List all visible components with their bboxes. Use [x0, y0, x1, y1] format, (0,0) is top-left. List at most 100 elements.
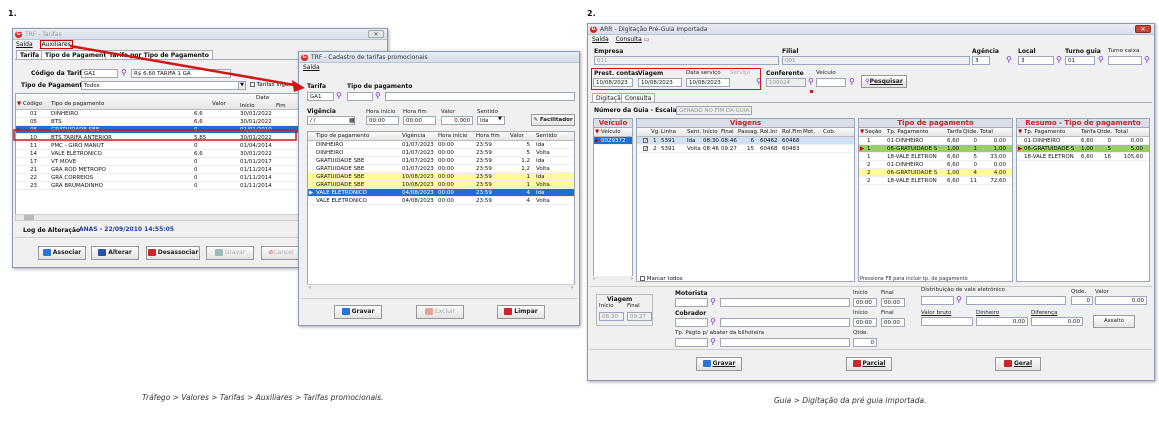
associar-button[interactable]: Associar	[38, 246, 86, 260]
table-row[interactable]: GRATUIDADE SBE 10/08/2023 00:00 23:59 1 Ida	[308, 173, 574, 181]
alterar-button[interactable]: Alterar	[91, 246, 139, 260]
servico-label: Serviço	[730, 70, 751, 76]
col-qtde[interactable]: Qtde.	[963, 128, 978, 136]
local-input[interactable]: 3	[1018, 56, 1054, 65]
col-cob[interactable]: Cob.	[823, 128, 835, 136]
menu-saida[interactable]: Saída	[592, 36, 609, 43]
table-row[interactable]: 2 18-VALE ELETRON 6,60 11 72,60	[859, 177, 1012, 185]
agencia-input[interactable]: 3	[972, 56, 990, 65]
qtde-input[interactable]: 0	[1071, 296, 1093, 305]
gravar-button[interactable]: Gravar	[206, 246, 254, 260]
col-total[interactable]: Total	[1115, 128, 1128, 136]
col-rolfim[interactable]: Rol.Fim	[782, 128, 802, 136]
cell-valor: 4	[526, 198, 531, 204]
col-mot[interactable]: Mot.	[803, 128, 815, 136]
filial-input[interactable]: 001	[782, 56, 970, 65]
table-row[interactable]: GRATUIDADE SBE 01/07/2023 00:00 23:59 1,2 Vol…	[308, 165, 574, 173]
veiculo-row[interactable]: ▶ 0029372	[594, 137, 632, 145]
table-row[interactable]: ▶ 06-GRATUIDADE S 1,00 5 5,00	[1017, 145, 1149, 153]
col-sent[interactable]: Sent.	[687, 128, 701, 136]
tp-pagto-input[interactable]	[675, 338, 708, 347]
col-tarifa[interactable]: Tarifa	[1081, 128, 1096, 136]
c-inicio-input[interactable]: 00:00	[853, 318, 877, 327]
veiculo-input[interactable]	[816, 78, 846, 87]
search-icon[interactable]: ⚲	[849, 78, 855, 86]
assalto-button[interactable]: Assalto	[1093, 315, 1135, 328]
geral-button[interactable]: Geral	[995, 357, 1041, 371]
col-secao[interactable]: Seção	[865, 128, 882, 136]
turno-guia-input[interactable]: 01	[1065, 56, 1095, 65]
veiculo-scroll[interactable]: ‹ ›	[593, 276, 633, 283]
search-icon[interactable]: ⚲	[710, 318, 716, 326]
col-linha[interactable]: Linha	[661, 128, 676, 136]
search-icon[interactable]: ⚲	[808, 78, 814, 86]
search-icon[interactable]: ⚲	[1006, 56, 1012, 64]
table-row[interactable]: ▶ VALE ELETRONICO 04/08/2023 00:00 23:59 4 Ida	[308, 189, 574, 197]
col-tp[interactable]: Tp. Pagamento	[887, 128, 928, 136]
tab-consulta[interactable]: Consulta	[621, 93, 656, 102]
arr-gravar-button[interactable]: Gravar	[696, 357, 742, 371]
promo-excluir-button[interactable]: Excluir	[416, 305, 464, 319]
turno-caixa-input[interactable]	[1108, 56, 1142, 65]
m-final-input[interactable]: 00:00	[881, 298, 905, 307]
row-checkbox[interactable]: ✓	[643, 145, 648, 152]
close-icon[interactable]: ✕	[1135, 25, 1151, 33]
col-tp[interactable]: Tp. Pagamento	[1024, 128, 1065, 136]
horizontal-scrollbar[interactable]	[15, 214, 305, 221]
search-icon[interactable]: ⚲	[756, 78, 762, 86]
distrib-input[interactable]	[921, 296, 954, 305]
cell-vg: 2	[653, 146, 657, 152]
col-tarifa[interactable]: Tarifa	[947, 128, 962, 136]
menu-consulta[interactable]: Consulta	[616, 36, 642, 43]
promo-scrollbar[interactable]: ‹ ›	[307, 284, 575, 291]
table-row[interactable]: 18-VALE ELETRON 6,60 16 105,60	[1017, 153, 1149, 161]
table-row[interactable]: 1 01-DINHEIRO 6,60 0 0,00	[859, 137, 1012, 145]
table-row[interactable]: GRATUIDADE SBE 10/08/2023 00:00 23:59 1 Volta	[308, 181, 574, 189]
table-row[interactable]: ▶ 1 06-GRATUIDADE S 1,00 1 1,00	[859, 145, 1012, 153]
parcial-button[interactable]: Parcial	[846, 357, 892, 371]
table-row[interactable]: ✓ 2 5391 Volta 08:46 09:27 15 60468 60483	[637, 145, 854, 153]
col-final[interactable]: Final	[721, 128, 734, 136]
col-inicio[interactable]: Início	[703, 128, 718, 136]
valor-input[interactable]: 0,00	[1095, 296, 1147, 305]
empresa-input[interactable]: 011	[594, 56, 779, 65]
data-servico-input[interactable]: 10/08/2023	[686, 78, 730, 87]
col-veiculo[interactable]: Veículo	[601, 128, 621, 136]
m-inicio-input[interactable]: 00:00	[853, 298, 877, 307]
table-row[interactable]: 01-DINHEIRO 6,60 0 0,00	[1017, 137, 1149, 145]
row-checkbox[interactable]: ✓	[643, 137, 648, 144]
search-icon[interactable]: ⚲	[710, 338, 716, 346]
table-row[interactable]: 2 01-DINHEIRO 6,60 0 0,00	[859, 161, 1012, 169]
monitor-icon[interactable]: ▭	[644, 36, 650, 43]
table-row[interactable]: 1 18-VALE ELETRON 6,60 5 33,00	[859, 153, 1012, 161]
marcar-todos-check[interactable]: Marcar todos	[640, 276, 683, 282]
motorista-input[interactable]	[675, 298, 708, 307]
search-icon[interactable]: ⚲	[1098, 56, 1104, 64]
table-row[interactable]: ✓ 1 5391 Ida 08:30 08:46 6 60462 60468	[637, 137, 854, 145]
col-qtde[interactable]: Qtde.	[1097, 128, 1112, 136]
col-vg[interactable]: Vg.	[651, 128, 660, 136]
prest-input[interactable]: 10/08/2023	[593, 78, 633, 87]
col-passag[interactable]: Passag.	[738, 128, 759, 136]
promo-gravar-button[interactable]: Gravar	[334, 305, 382, 319]
search-icon[interactable]: ⚲	[956, 296, 962, 304]
m-final-label: Final	[881, 290, 894, 296]
qtde2-input[interactable]: 0	[853, 338, 877, 347]
cell-qtde: 1	[973, 146, 978, 152]
c-final-input[interactable]: 00:00	[881, 318, 905, 327]
table-row[interactable]: VALE ELETRONICO 04/08/2023 00:00 23:59 4 Volt…	[308, 197, 574, 205]
dinheiro-input[interactable]: 0,00	[976, 317, 1028, 326]
cobrador-input[interactable]	[675, 318, 708, 327]
desassociar-button[interactable]: Desassociar	[146, 246, 200, 260]
promo-limpar-button[interactable]: Limpar	[497, 305, 545, 319]
search-icon[interactable]: ⚲	[1056, 56, 1062, 64]
pesquisar-button[interactable]: ⚲Pesquisar	[861, 75, 907, 88]
cancelar-button[interactable]: ⊘Cancel	[261, 246, 301, 260]
viagem-input[interactable]: 10/08/2023	[638, 78, 682, 87]
table-row[interactable]: 2 06-GRATUIDADE S 1,00 4 4,00	[859, 169, 1012, 177]
search-icon[interactable]: ⚲	[710, 298, 716, 306]
conferente-input[interactable]: 100024	[766, 78, 806, 87]
col-rolini[interactable]: Rol.Ini	[760, 128, 777, 136]
search-icon[interactable]: ⚲	[1144, 56, 1150, 64]
col-total[interactable]: Total	[980, 128, 993, 136]
